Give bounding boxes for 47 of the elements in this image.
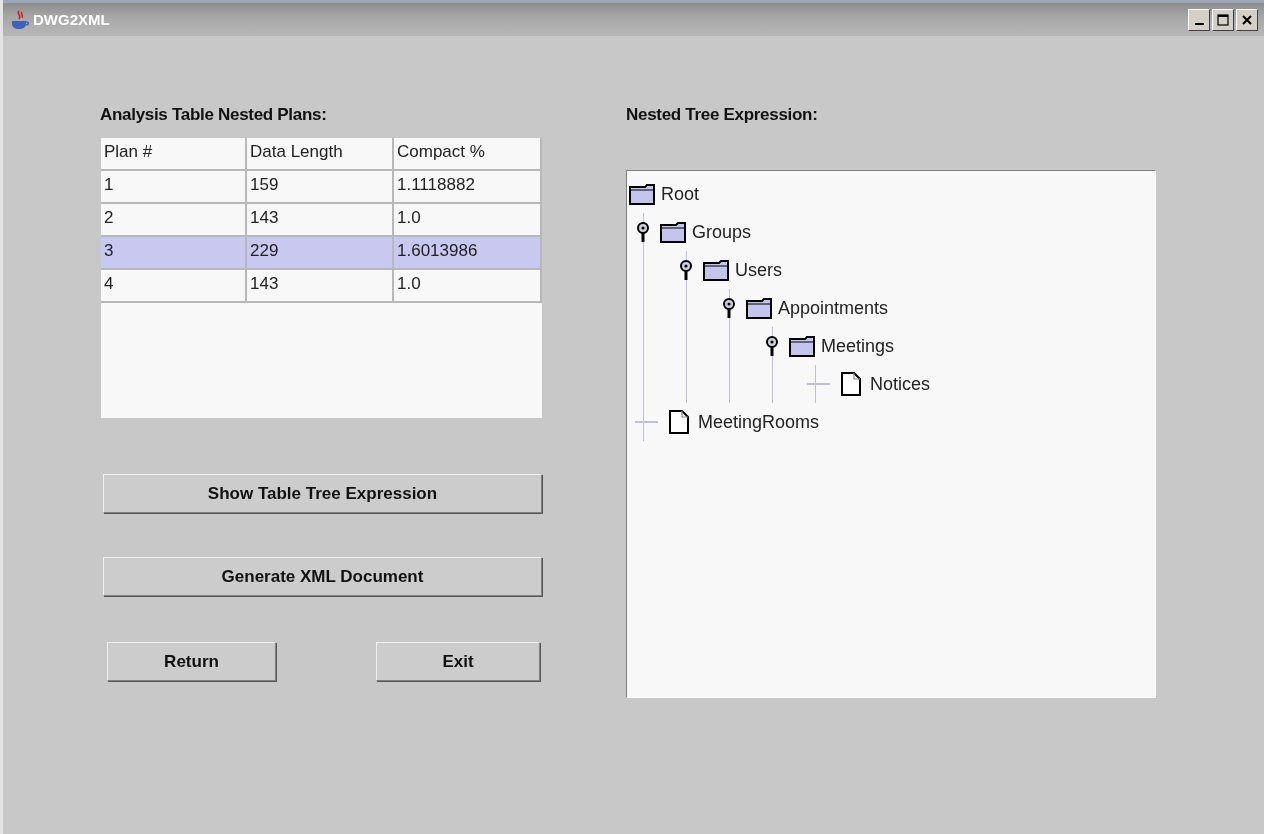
tree-heading: Nested Tree Expression: — [626, 104, 819, 125]
close-icon — [1240, 12, 1254, 27]
tree-item[interactable]: Meetings — [821, 335, 895, 357]
tree-item[interactable]: Notices — [870, 373, 931, 395]
action-button[interactable]: Exit — [376, 642, 540, 681]
tree-item[interactable]: Root — [661, 183, 700, 205]
table-cell: 159 — [247, 171, 394, 204]
expanded-handle-icon[interactable] — [765, 333, 780, 359]
expanded-handle-icon[interactable] — [722, 295, 737, 321]
folder-icon — [629, 181, 655, 207]
minimize-button[interactable] — [1188, 8, 1210, 31]
expanded-handle-icon[interactable] — [636, 219, 651, 245]
table-cell: 3 — [101, 237, 247, 270]
coffee-cup-icon — [9, 8, 31, 31]
document-icon — [666, 409, 692, 435]
table-cell: 4 — [101, 270, 247, 303]
window-title: DWG2XML — [33, 11, 111, 28]
folder-icon — [789, 333, 815, 359]
maximize-button[interactable] — [1212, 8, 1234, 31]
table-cell: 1 — [101, 171, 247, 204]
folder-icon — [703, 257, 729, 283]
tree-item[interactable]: Users — [735, 259, 782, 281]
tree-item[interactable]: Groups — [692, 221, 752, 243]
action-button[interactable]: Show Table Tree Expression — [103, 474, 542, 513]
action-button[interactable]: Generate XML Document — [103, 557, 542, 596]
table-row[interactable]: 3 229 1.6013986 — [101, 237, 542, 270]
table-cell: 143 — [247, 270, 394, 303]
table-cell: 1.0 — [394, 270, 542, 303]
column-header[interactable]: Data Length — [247, 138, 394, 171]
table-heading: Analysis Table Nested Plans: — [100, 104, 328, 125]
close-button[interactable] — [1236, 8, 1258, 31]
column-header[interactable]: Plan # — [101, 138, 247, 171]
minimize-icon — [1194, 23, 1204, 25]
column-header[interactable]: Compact % — [394, 138, 542, 171]
folder-icon — [660, 219, 686, 245]
folder-icon — [746, 295, 772, 321]
table-row[interactable]: 4 143 1.0 — [101, 270, 542, 303]
document-icon — [838, 371, 864, 397]
tree-item[interactable]: Appointments — [778, 297, 889, 319]
action-button[interactable]: Return — [107, 642, 276, 681]
maximize-icon — [1216, 12, 1230, 27]
table-cell: 1.6013986 — [394, 237, 542, 270]
table-cell: 1.1118882 — [394, 171, 542, 204]
table-cell: 229 — [247, 237, 394, 270]
table-row[interactable]: 1 159 1.1118882 — [101, 171, 542, 204]
tree-item[interactable]: MeetingRooms — [698, 411, 820, 433]
expanded-handle-icon[interactable] — [679, 257, 694, 283]
